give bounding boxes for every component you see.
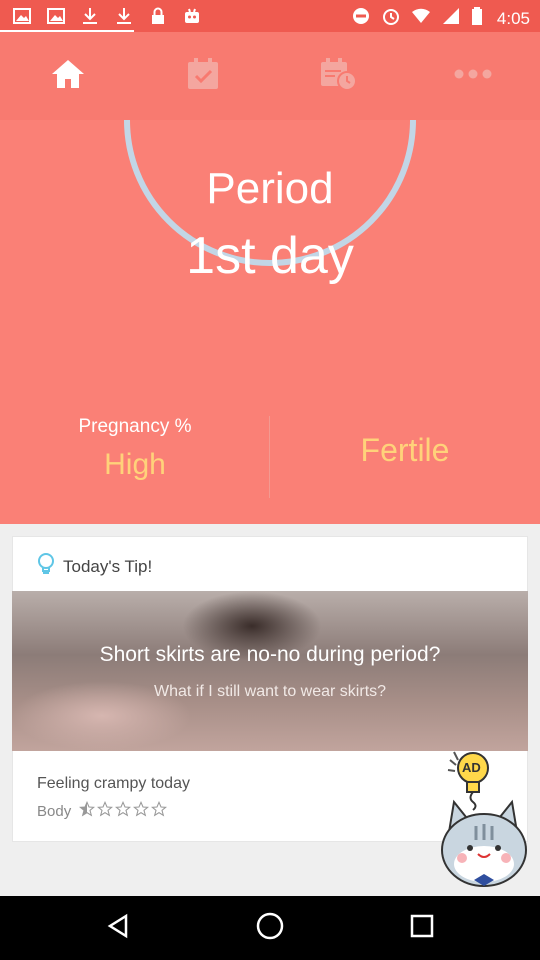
- pregnancy-stat: Pregnancy % High: [0, 416, 270, 482]
- pregnancy-value: High: [104, 448, 166, 481]
- lightbulb-icon: [37, 553, 55, 580]
- top-nav-bar: [0, 32, 540, 120]
- ad-label: AD: [462, 760, 481, 775]
- star-empty-icon: [151, 800, 168, 821]
- feeling-text: Feeling crampy today: [37, 775, 190, 792]
- cycle-summary: Period 1st day Pregnancy % High Fertile: [0, 120, 540, 524]
- lock-icon: [148, 6, 168, 31]
- fertile-stat: Fertile: [360, 432, 450, 468]
- robot-icon: [182, 6, 202, 31]
- status-bar: 4:05: [0, 0, 540, 33]
- tip-header: Today's Tip!: [37, 553, 152, 580]
- star-empty-icon: [115, 800, 132, 821]
- signal-icon: [441, 6, 461, 31]
- do-not-disturb-icon: [351, 6, 371, 31]
- tip-title: Short skirts are no-no during period?: [99, 643, 441, 666]
- tip-subtitle: What if I still want to wear skirts?: [153, 683, 387, 700]
- calendar-clock-icon: [318, 56, 358, 97]
- tab-history[interactable]: [270, 32, 405, 120]
- tab-calendar[interactable]: [135, 32, 270, 120]
- wifi-icon: [411, 6, 431, 31]
- home-icon: [50, 57, 86, 96]
- more-icon: [453, 67, 493, 85]
- image-icon: [46, 6, 66, 31]
- pregnancy-label: Pregnancy %: [78, 416, 192, 437]
- body-rating-row: Body: [37, 800, 168, 821]
- home-button[interactable]: [254, 912, 286, 944]
- calendar-check-icon: [185, 56, 221, 97]
- star-empty-icon: [133, 800, 150, 821]
- cycle-day: 1st day: [186, 227, 354, 285]
- tip-banner[interactable]: Short skirts are no-no during period? Wh…: [12, 591, 528, 751]
- body-label: Body: [37, 802, 72, 820]
- star-half-icon: [79, 800, 96, 821]
- recents-icon: [409, 913, 435, 944]
- back-icon: [104, 912, 132, 945]
- tip-header-label: Today's Tip!: [63, 556, 153, 576]
- recents-button[interactable]: [406, 912, 438, 944]
- status-time: 4:05: [496, 8, 530, 28]
- star-empty-icon: [97, 800, 114, 821]
- star-rating[interactable]: [79, 800, 168, 821]
- ad-mascot-button[interactable]: AD: [440, 750, 530, 890]
- tab-home[interactable]: [0, 32, 135, 120]
- cycle-title: Period: [206, 164, 334, 213]
- image-icon: [12, 6, 32, 31]
- back-button[interactable]: [102, 912, 134, 944]
- alarm-icon: [381, 6, 401, 31]
- battery-icon: [471, 6, 483, 31]
- home-circle-icon: [255, 911, 285, 946]
- tab-more[interactable]: [405, 32, 540, 120]
- download-icon: [80, 6, 100, 31]
- download-icon: [114, 6, 134, 31]
- system-nav-bar: [0, 896, 540, 960]
